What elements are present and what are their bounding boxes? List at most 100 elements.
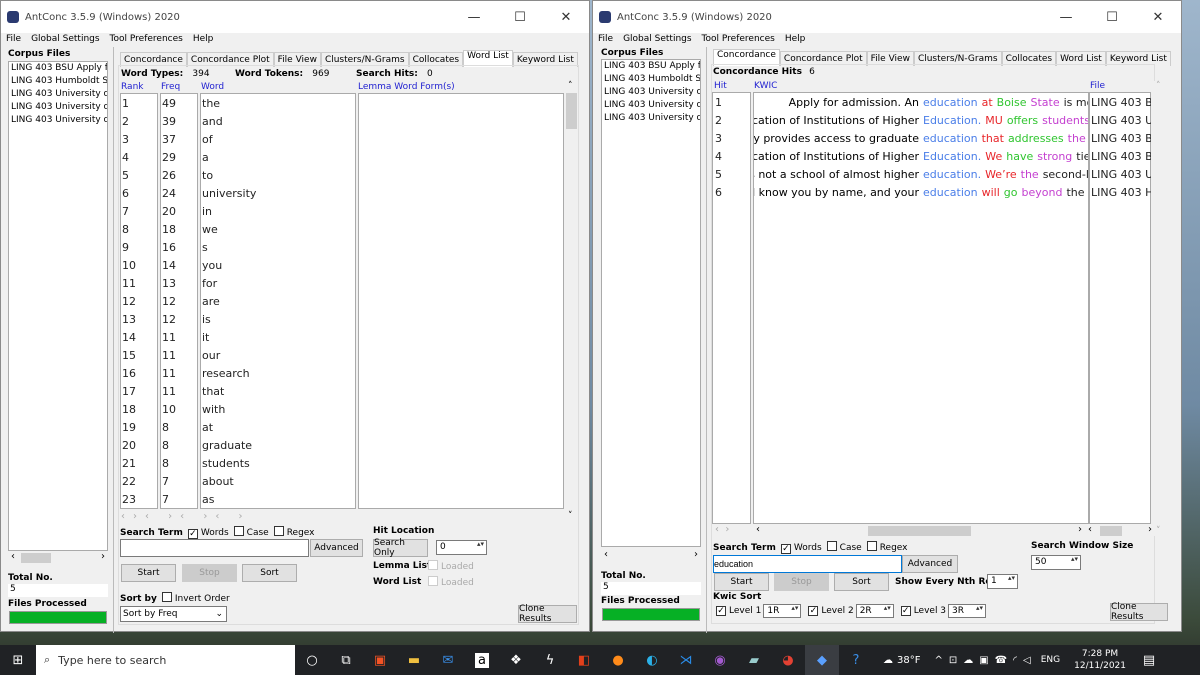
- cortana-icon[interactable]: ○: [295, 645, 329, 675]
- language-indicator[interactable]: ENG: [1041, 655, 1060, 665]
- corpus-file-item[interactable]: LING 403 University of: [9, 114, 107, 127]
- search-term-input[interactable]: [713, 555, 902, 573]
- corpus-file-item[interactable]: LING 403 University of: [602, 112, 700, 125]
- column-header-rank[interactable]: Rank: [121, 82, 144, 92]
- kwic-line[interactable]: fication of Institutions of Higher Educat…: [754, 114, 1088, 132]
- start-button[interactable]: Start: [121, 564, 176, 582]
- corpus-file-item[interactable]: LING 403 University of: [602, 86, 700, 99]
- search-term-input[interactable]: [120, 539, 309, 557]
- corpus-file-item[interactable]: LING 403 BSU Apply fc: [602, 60, 700, 73]
- case-checkbox[interactable]: [826, 541, 837, 551]
- file-cell: LING 403 BS: [1091, 150, 1151, 163]
- case-checkbox[interactable]: [233, 526, 244, 536]
- sort-button[interactable]: Sort: [242, 564, 297, 582]
- concordance-vscroll[interactable]: ˄ ˅: [1153, 81, 1165, 536]
- notes-icon[interactable]: ▰: [737, 645, 771, 675]
- column-header-lemma[interactable]: Lemma Word Form(s): [358, 82, 455, 92]
- wordlist-vscroll[interactable]: ˄ ˅: [565, 81, 578, 521]
- corpus-file-item[interactable]: LING 403 University of: [9, 88, 107, 101]
- advanced-button[interactable]: Advanced: [310, 539, 363, 557]
- clock[interactable]: 7:28 PM 12/11/2021: [1074, 648, 1126, 672]
- mail-icon[interactable]: ✉: [431, 645, 465, 675]
- clone-results-button[interactable]: Clone Results: [1110, 602, 1168, 622]
- stop-button[interactable]: Stop: [774, 573, 829, 591]
- corpus-files-hscroll[interactable]: ‹ ›: [601, 549, 701, 563]
- vscode-icon[interactable]: ⋊: [669, 645, 703, 675]
- menu-file[interactable]: File: [598, 34, 613, 44]
- task-view-icon[interactable]: ⧉: [329, 645, 363, 675]
- words-checkbox[interactable]: ✓: [187, 529, 198, 539]
- column-header-file[interactable]: File: [1090, 81, 1105, 91]
- stop-button[interactable]: Stop: [182, 564, 237, 582]
- advanced-button[interactable]: Advanced: [902, 555, 958, 573]
- github-icon[interactable]: ◉: [703, 645, 737, 675]
- corpus-file-item[interactable]: LING 403 University of: [602, 99, 700, 112]
- column-hscrolls[interactable]: ‹›‹ ›‹ ›‹ ›: [121, 511, 251, 522]
- weather-widget[interactable]: ☁ 38°F: [883, 655, 920, 666]
- corpus-file-item[interactable]: LING 403 University of: [9, 101, 107, 114]
- antconc-taskbar-icon[interactable]: ◆: [805, 645, 839, 675]
- amazon-icon[interactable]: a: [465, 645, 499, 675]
- menu-help[interactable]: Help: [785, 34, 806, 44]
- kwic-line[interactable]: ill know you by name, and your education w…: [754, 186, 1088, 204]
- store-icon[interactable]: ▣: [363, 645, 397, 675]
- corpus-file-item[interactable]: LING 403 Humboldt St: [9, 75, 107, 88]
- invert-order-checkbox[interactable]: [161, 592, 172, 602]
- file-explorer-icon[interactable]: ▬: [397, 645, 431, 675]
- firefox-icon[interactable]: ●: [601, 645, 635, 675]
- corpus-files-list[interactable]: LING 403 BSU Apply fc LING 403 Humboldt S…: [8, 61, 108, 551]
- kwic-line[interactable]: ’s not a school of almost higher educatio…: [754, 168, 1088, 186]
- minimize-button[interactable]: —: [451, 1, 497, 33]
- close-button[interactable]: ✕: [543, 1, 589, 33]
- help-icon[interactable]: ?: [839, 645, 873, 675]
- menu-global-settings[interactable]: Global Settings: [31, 34, 99, 44]
- kwic-line[interactable]: Apply for admission. An education at Boise S…: [754, 96, 1088, 114]
- system-tray-icons[interactable]: ^⊡☁▣☎◜◁: [934, 655, 1036, 666]
- column-header-word[interactable]: Word: [201, 82, 224, 92]
- corpus-file-item[interactable]: LING 403 Humboldt St: [602, 73, 700, 86]
- level-3-spinner[interactable]: 3R: [948, 604, 987, 618]
- windows-start-icon[interactable]: ⊞: [0, 645, 36, 675]
- kwic-hscroll[interactable]: ‹ › ‹ › ‹ ›: [713, 524, 1153, 537]
- maximize-button[interactable]: ☐: [497, 1, 543, 33]
- menu-global-settings[interactable]: Global Settings: [623, 34, 691, 44]
- chrome-icon[interactable]: ◕: [771, 645, 805, 675]
- kwic-line[interactable]: fication of Institutions of Higher Educat…: [754, 150, 1088, 168]
- level-2-checkbox[interactable]: ✓: [808, 606, 819, 616]
- column-header-hit[interactable]: Hit: [714, 81, 727, 91]
- corpus-files-hscroll[interactable]: ‹ ›: [8, 551, 108, 565]
- menu-tool-preferences[interactable]: Tool Preferences: [110, 34, 183, 44]
- office-icon[interactable]: ◧: [567, 645, 601, 675]
- menu-file[interactable]: File: [6, 34, 21, 44]
- clone-results-button[interactable]: Clone Results: [518, 604, 577, 624]
- close-button[interactable]: ✕: [1135, 1, 1181, 33]
- menu-help[interactable]: Help: [193, 34, 214, 44]
- level-3-checkbox[interactable]: ✓: [900, 606, 911, 616]
- sort-by-select[interactable]: Sort by Freq ⌄: [120, 606, 227, 622]
- corpus-files-list[interactable]: LING 403 BSU Apply fc LING 403 Humboldt S…: [601, 59, 701, 547]
- search-window-size-spinner[interactable]: 50: [1031, 555, 1081, 570]
- column-header-freq[interactable]: Freq: [161, 82, 180, 92]
- edge-icon[interactable]: ◐: [635, 645, 669, 675]
- hit-location-spinner[interactable]: 0: [436, 540, 487, 555]
- menu-tool-preferences[interactable]: Tool Preferences: [702, 34, 775, 44]
- words-checkbox[interactable]: ✓: [780, 544, 791, 554]
- minimize-button[interactable]: —: [1043, 1, 1089, 33]
- maximize-button[interactable]: ☐: [1089, 1, 1135, 33]
- level-1-spinner[interactable]: 1R: [763, 604, 802, 618]
- start-button[interactable]: Start: [714, 573, 769, 591]
- level-2-spinner[interactable]: 2R: [855, 604, 894, 618]
- level-1-checkbox[interactable]: ✓: [716, 606, 726, 616]
- kwic-line[interactable]: sity provides access to graduate educatio…: [754, 132, 1088, 150]
- search-only-button[interactable]: Search Only: [373, 538, 428, 558]
- notifications-icon[interactable]: ▤: [1132, 645, 1166, 675]
- nth-row-spinner[interactable]: 1: [987, 574, 1018, 589]
- sort-button[interactable]: Sort: [834, 573, 889, 591]
- dropbox-icon[interactable]: ❖: [499, 645, 533, 675]
- regex-checkbox[interactable]: [273, 526, 284, 536]
- corpus-file-item[interactable]: LING 403 BSU Apply fc: [9, 62, 107, 75]
- regex-checkbox[interactable]: [866, 541, 877, 551]
- taskbar-search-box[interactable]: ⌕ Type here to search: [36, 645, 295, 675]
- column-header-kwic[interactable]: KWIC: [754, 81, 777, 91]
- slack-icon[interactable]: ϟ: [533, 645, 567, 675]
